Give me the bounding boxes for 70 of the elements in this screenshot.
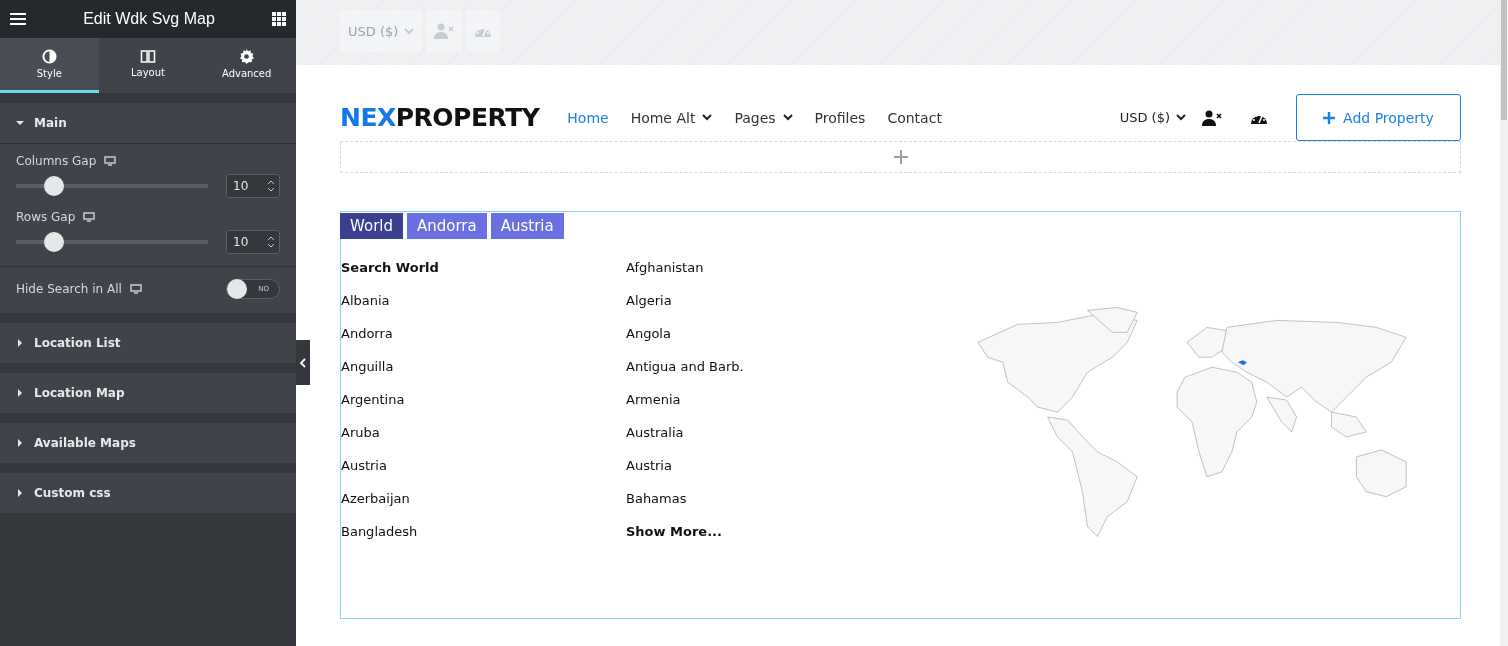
nav-link[interactable]: Home Alt — [630, 109, 713, 126]
section-header[interactable]: Available Maps — [0, 423, 296, 463]
country-link[interactable]: Algeria — [626, 293, 911, 326]
chevron-down-icon — [782, 114, 793, 121]
menu-icon[interactable] — [10, 13, 26, 25]
grid-icon[interactable] — [272, 12, 286, 26]
show-more-link[interactable]: Show More... — [626, 524, 911, 557]
section-header[interactable]: Location Map — [0, 373, 296, 413]
currency-selector: USD ($) — [348, 23, 399, 39]
plus-icon[interactable] — [893, 150, 908, 164]
section-header[interactable]: Custom css — [0, 473, 296, 513]
country-link[interactable]: Australia — [626, 425, 911, 458]
site-logo[interactable]: NEXPROPERTY — [340, 103, 540, 132]
chevron-down-icon — [1176, 114, 1186, 121]
plus-icon — [1323, 111, 1336, 124]
map-tab[interactable]: Andorra — [407, 213, 487, 239]
caret-right-icon — [16, 489, 24, 497]
country-link[interactable]: Albania — [341, 293, 626, 326]
section-header[interactable]: Location List — [0, 323, 296, 363]
caret-right-icon — [16, 389, 24, 397]
number-input[interactable]: 10 — [226, 174, 280, 198]
control-label: Hide Search in All — [16, 282, 122, 296]
panel-tab[interactable]: Layout — [98, 38, 198, 93]
slider-thumb[interactable] — [43, 176, 64, 196]
gear-icon — [239, 49, 255, 64]
country-link[interactable]: Anguilla — [341, 359, 626, 392]
monitor-icon — [104, 156, 117, 166]
country-link[interactable]: Andorra — [341, 326, 626, 359]
chevron-left-icon — [300, 357, 306, 368]
monitor-icon — [83, 212, 96, 222]
user-remove-icon[interactable] — [1202, 109, 1222, 126]
country-link[interactable]: Bahamas — [626, 491, 911, 524]
collapse-handle[interactable] — [296, 340, 310, 385]
search-link[interactable]: Search World — [341, 260, 626, 293]
country-link[interactable]: Azerbaijan — [341, 491, 626, 524]
nav-link[interactable]: Contact — [887, 109, 942, 126]
panel-tab[interactable]: Style — [0, 38, 99, 93]
panel-tab[interactable]: Advanced — [197, 38, 296, 93]
caret-down-icon — [16, 119, 24, 127]
scrollbar[interactable] — [1500, 0, 1508, 646]
nav-link[interactable]: Home — [567, 109, 609, 126]
country-link[interactable]: Aruba — [341, 425, 626, 458]
country-link[interactable]: Bangladesh — [341, 524, 626, 557]
contrast-icon — [41, 49, 57, 64]
country-link[interactable]: Armenia — [626, 392, 911, 425]
map-tab[interactable]: Austria — [490, 213, 564, 239]
chevron-down-icon — [404, 27, 415, 35]
country-link[interactable]: Austria — [341, 458, 626, 491]
caret-right-icon — [16, 439, 24, 447]
country-link[interactable]: Austria — [626, 458, 911, 491]
number-input[interactable]: 10 — [226, 230, 280, 254]
nav-link[interactable]: Profiles — [814, 109, 866, 126]
panel-title: Edit Wdk Svg Map — [83, 10, 215, 28]
map-tab[interactable]: World — [340, 213, 403, 239]
slider-thumb[interactable] — [43, 232, 64, 252]
currency-selector[interactable]: USD ($) — [1119, 110, 1186, 125]
control-label: Columns Gap — [16, 154, 97, 168]
country-link[interactable]: Argentina — [341, 392, 626, 425]
spinner-icon — [267, 236, 275, 248]
columns-icon — [140, 50, 156, 63]
spinner-icon — [267, 180, 275, 192]
chevron-down-icon — [702, 114, 713, 121]
country-link[interactable]: Afghanistan — [626, 260, 911, 293]
caret-right-icon — [16, 339, 24, 347]
country-link[interactable]: Antigua and Barb. — [626, 359, 911, 392]
country-link[interactable]: Angola — [626, 326, 911, 359]
add-property-button[interactable]: Add Property — [1296, 94, 1461, 141]
control-label: Rows Gap — [16, 210, 76, 224]
nav-link[interactable]: Pages — [734, 109, 793, 126]
monitor-icon — [129, 284, 142, 294]
